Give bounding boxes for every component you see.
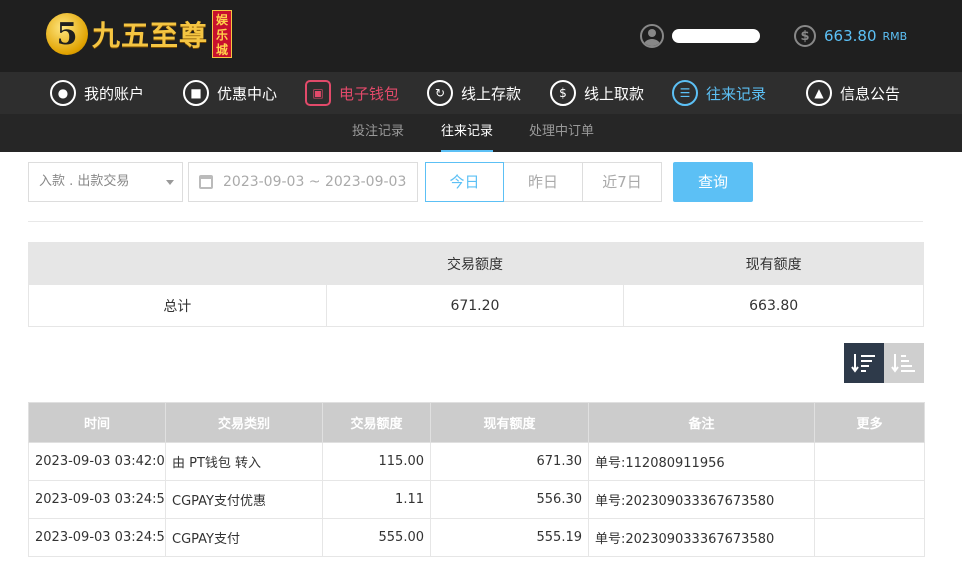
records-icon: ☰ <box>672 80 698 106</box>
nav-my-account[interactable]: ● 我的账户 <box>50 72 144 114</box>
column-header-balance: 现有额度 <box>430 402 589 443</box>
cell-balance: 555.19 <box>430 518 589 557</box>
dollar-icon: $ <box>794 25 816 47</box>
username-redacted <box>672 29 760 43</box>
logo-mark: 5 <box>46 13 88 55</box>
summary-table: 交易额度 现有额度 总计 671.20 663.80 <box>28 242 924 327</box>
nav-records[interactable]: ☰ 往来记录 <box>672 72 766 114</box>
summary-label: 总计 <box>28 284 327 327</box>
user-icon: ● <box>50 80 76 106</box>
summary-header-cell: 现有额度 <box>623 242 924 285</box>
top-header: 5 九五至尊 娱乐城 $ 663.80 RMB <box>0 0 962 72</box>
summary-total-row: 总计 671.20 663.80 <box>28 284 924 327</box>
summary-header-row: 交易额度 现有额度 <box>28 242 924 285</box>
summary-header-cell: 交易额度 <box>325 242 625 285</box>
user-avatar-icon[interactable] <box>640 24 664 48</box>
query-button[interactable]: 查询 <box>673 162 753 202</box>
nav-announcements[interactable]: ▲ 信息公告 <box>806 72 900 114</box>
nav-label: 优惠中心 <box>217 84 278 103</box>
column-header-time: 时间 <box>28 402 166 443</box>
user-area: $ 663.80 RMB <box>640 22 907 50</box>
bell-icon: ▲ <box>806 80 832 106</box>
transaction-type-value: 入款 . 出款交易 <box>39 174 130 189</box>
nav-label: 往来记录 <box>706 84 767 103</box>
column-header-note: 备注 <box>588 402 815 443</box>
range-today-button[interactable]: 今日 <box>425 162 504 202</box>
records-table: 时间 交易类别 交易额度 现有额度 备注 更多 2023-09-03 03:42… <box>28 402 925 557</box>
brand-badge: 娱乐城 <box>212 10 233 58</box>
cell-more[interactable] <box>814 442 925 481</box>
deposit-icon: ↻ <box>427 80 453 106</box>
tab-pending-orders[interactable]: 处理中订单 <box>529 114 594 152</box>
cell-time: 2023-09-03 03:24:54 <box>28 480 166 519</box>
calendar-icon <box>199 175 213 189</box>
cell-more[interactable] <box>814 518 925 557</box>
cell-time: 2023-09-03 03:42:05 <box>28 442 166 481</box>
table-row: 2023-09-03 03:24:54 CGPAY支付 555.00 555.1… <box>28 518 925 557</box>
balance-amount: 663.80 <box>824 27 877 45</box>
quick-range-group: 今日 昨日 近7日 <box>425 162 662 202</box>
nav-withdraw[interactable]: $ 线上取款 <box>550 72 644 114</box>
cell-note: 单号:202309033367673580 <box>588 480 815 519</box>
summary-header-cell <box>28 242 327 285</box>
cell-note: 单号:112080911956 <box>588 442 815 481</box>
sort-descending-icon <box>851 354 875 373</box>
table-row: 2023-09-03 03:42:05 由 PT钱包 转入 115.00 671… <box>28 442 925 481</box>
main-nav: ● 我的账户 ■ 优惠中心 ▣ 电子钱包 ↻ 线上存款 $ 线上取款 ☰ 往来记… <box>0 72 962 114</box>
cell-time: 2023-09-03 03:24:54 <box>28 518 166 557</box>
records-header-row: 时间 交易类别 交易额度 现有额度 备注 更多 <box>28 402 925 443</box>
caret-down-icon <box>166 180 174 185</box>
nav-label: 信息公告 <box>840 84 901 103</box>
transaction-type-select[interactable]: 入款 . 出款交易 <box>28 162 183 202</box>
date-range-value: 2023-09-03 ~ 2023-09-03 <box>223 174 407 190</box>
summary-transaction-total: 671.20 <box>325 284 625 327</box>
brand-name: 九五至尊 <box>92 19 209 52</box>
summary-current-balance: 663.80 <box>623 284 924 327</box>
cell-type: CGPAY支付优惠 <box>165 480 323 519</box>
nav-label: 电子钱包 <box>339 84 400 103</box>
cell-type: CGPAY支付 <box>165 518 323 557</box>
balance-currency: RMB <box>882 29 908 43</box>
nav-label: 线上存款 <box>461 84 522 103</box>
nav-label: 我的账户 <box>84 84 145 103</box>
cell-balance: 556.30 <box>430 480 589 519</box>
nav-wallet[interactable]: ▣ 电子钱包 <box>305 72 399 114</box>
tab-bet-records[interactable]: 投注记录 <box>352 114 404 152</box>
cell-more[interactable] <box>814 480 925 519</box>
column-header-type: 交易类别 <box>165 402 323 443</box>
range-last7-button[interactable]: 近7日 <box>583 162 662 202</box>
sort-ascending-icon <box>891 354 915 373</box>
cell-balance: 671.30 <box>430 442 589 481</box>
table-row: 2023-09-03 03:24:54 CGPAY支付优惠 1.11 556.3… <box>28 480 925 519</box>
column-header-more: 更多 <box>814 402 925 443</box>
nav-deposit[interactable]: ↻ 线上存款 <box>427 72 521 114</box>
sort-descending-button[interactable] <box>844 343 884 383</box>
cell-note: 单号:202309033367673580 <box>588 518 815 557</box>
column-header-amount: 交易额度 <box>322 402 431 443</box>
withdraw-icon: $ <box>550 80 576 106</box>
sub-nav: 投注记录 往来记录 处理中订单 <box>0 114 962 152</box>
range-yesterday-button[interactable]: 昨日 <box>504 162 583 202</box>
divider <box>28 221 923 222</box>
cell-type: 由 PT钱包 转入 <box>165 442 323 481</box>
date-range-input[interactable]: 2023-09-03 ~ 2023-09-03 <box>188 162 418 202</box>
nav-promotions[interactable]: ■ 优惠中心 <box>183 72 277 114</box>
nav-label: 线上取款 <box>584 84 645 103</box>
tab-transaction-records[interactable]: 往来记录 <box>441 114 494 152</box>
cell-amount: 1.11 <box>322 480 431 519</box>
brand-logo[interactable]: 5 九五至尊 娱乐城 <box>46 8 233 60</box>
gift-icon: ■ <box>183 80 209 106</box>
cell-amount: 115.00 <box>322 442 431 481</box>
wallet-icon: ▣ <box>305 80 331 106</box>
cell-amount: 555.00 <box>322 518 431 557</box>
sort-ascending-button[interactable] <box>884 343 924 383</box>
